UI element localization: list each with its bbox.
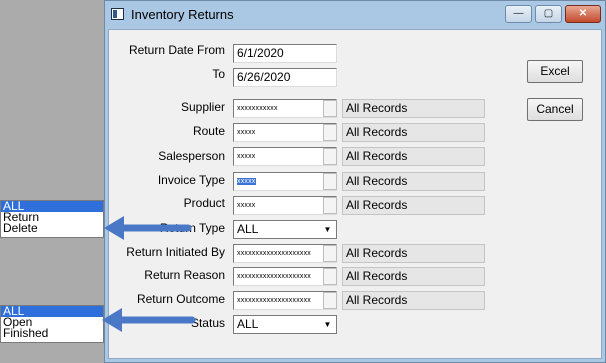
callout-arrows (102, 216, 196, 332)
arrow-icon (102, 308, 196, 332)
arrow-icon (104, 216, 192, 240)
